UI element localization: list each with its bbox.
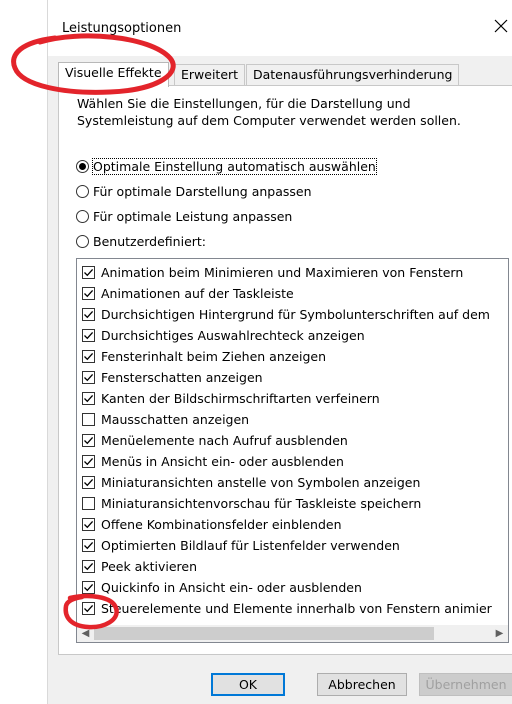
option-checkbox[interactable]: [82, 602, 95, 615]
check-icon: [84, 373, 94, 382]
option-checkbox[interactable]: [82, 476, 95, 489]
option-checkbox[interactable]: [82, 539, 95, 552]
option-item[interactable]: Menüelemente nach Aufruf ausblenden: [82, 430, 348, 451]
option-checkbox[interactable]: [82, 518, 95, 531]
option-label: Peek aktivieren: [101, 559, 197, 574]
radio-indicator[interactable]: [76, 234, 89, 248]
option-label: Quickinfo in Ansicht ein- oder ausblende…: [101, 580, 362, 595]
option-item[interactable]: Offene Kombinationsfelder einblenden: [82, 514, 342, 535]
radio-custom[interactable]: Benutzerdefiniert:: [76, 232, 206, 250]
check-icon: [84, 478, 94, 487]
check-icon: [84, 289, 94, 298]
check-icon: [84, 268, 94, 277]
option-label: Fensterschatten anzeigen: [101, 370, 263, 385]
option-item[interactable]: Peek aktivieren: [82, 556, 197, 577]
option-item[interactable]: Animationen auf der Taskleiste: [82, 283, 294, 304]
option-label: Animationen auf der Taskleiste: [101, 286, 294, 301]
check-icon: [84, 457, 94, 466]
scrollbar-thumb[interactable]: [94, 627, 434, 640]
option-item[interactable]: Kanten der Bildschirmschriftarten verfei…: [82, 388, 380, 409]
apply-button[interactable]: Übernehmen: [419, 673, 512, 696]
scroll-right-arrow-icon[interactable]: ▶: [491, 625, 508, 642]
option-checkbox[interactable]: [82, 350, 95, 363]
ok-button[interactable]: OK: [211, 673, 285, 696]
check-icon: [84, 310, 94, 319]
radio-best-performance[interactable]: Für optimale Leistung anpassen: [76, 207, 292, 225]
option-label: Durchsichtigen Hintergrund für Symbolunt…: [101, 307, 490, 322]
option-checkbox[interactable]: [82, 497, 95, 510]
check-icon: [84, 541, 94, 550]
option-label: Offene Kombinationsfelder einblenden: [101, 517, 342, 532]
option-checkbox[interactable]: [82, 308, 95, 321]
option-label: Durchsichtiges Auswahlrechteck anzeigen: [101, 328, 365, 343]
option-item[interactable]: Menüs in Ansicht ein- oder ausblenden: [82, 451, 344, 472]
radio-label: Optimale Einstellung automatisch auswähl…: [92, 157, 377, 175]
option-item[interactable]: Durchsichtiges Auswahlrechteck anzeigen: [82, 325, 365, 346]
option-item[interactable]: Miniaturansichtenvorschau für Taskleiste…: [82, 493, 421, 514]
check-icon: [84, 583, 94, 592]
tab-erweitert[interactable]: Erweitert: [174, 64, 246, 85]
option-label: Steuerelemente und Elemente innerhalb vo…: [101, 601, 492, 616]
option-checkbox[interactable]: [82, 413, 95, 426]
check-icon: [84, 436, 94, 445]
option-label: Mausschatten anzeigen: [101, 412, 250, 427]
radio-label: Benutzerdefiniert:: [93, 233, 207, 249]
radio-auto[interactable]: Optimale Einstellung automatisch auswähl…: [76, 157, 377, 175]
option-checkbox[interactable]: [82, 434, 95, 447]
check-icon: [84, 562, 94, 571]
option-item[interactable]: Steuerelemente und Elemente innerhalb vo…: [82, 598, 492, 619]
radio-indicator[interactable]: [76, 184, 89, 198]
cancel-button[interactable]: Abbrechen: [317, 673, 407, 696]
radio-best-appearance[interactable]: Für optimale Darstellung anpassen: [76, 182, 312, 200]
radio-label: Für optimale Darstellung anpassen: [93, 183, 312, 199]
check-icon: [84, 604, 94, 613]
option-label: Animation beim Minimieren und Maximieren…: [101, 265, 464, 280]
option-item[interactable]: Optimierten Bildlauf für Listenfelder ve…: [82, 535, 400, 556]
option-checkbox[interactable]: [82, 329, 95, 342]
option-item[interactable]: Quickinfo in Ansicht ein- oder ausblende…: [82, 577, 362, 598]
window-title: Leistungsoptionen: [62, 21, 182, 36]
scroll-left-arrow-icon[interactable]: ◀: [77, 625, 94, 642]
option-label: Fensterinhalt beim Ziehen anzeigen: [101, 349, 327, 364]
option-label: Miniaturansichten anstelle von Symbolen …: [101, 475, 421, 490]
option-item[interactable]: Durchsichtigen Hintergrund für Symbolunt…: [82, 304, 490, 325]
check-icon: [84, 331, 94, 340]
tab-visuelle-effekte[interactable]: Visuelle Effekte: [58, 62, 169, 87]
check-icon: [84, 394, 94, 403]
option-item[interactable]: Fensterschatten anzeigen: [82, 367, 263, 388]
visual-effects-list[interactable]: Steuerelemente und Elemente innerhalb vo…: [76, 258, 509, 643]
option-label: Menüs in Ansicht ein- oder ausblenden: [101, 454, 344, 469]
option-checkbox[interactable]: [82, 560, 95, 573]
check-icon: [84, 352, 94, 361]
radio-indicator[interactable]: [76, 159, 89, 173]
option-label: Menüelemente nach Aufruf ausblenden: [101, 433, 348, 448]
option-item[interactable]: Miniaturansichten anstelle von Symbolen …: [82, 472, 420, 493]
option-checkbox[interactable]: [82, 392, 95, 405]
radio-indicator[interactable]: [76, 209, 89, 223]
title-bar: Leistungsoptionen: [48, 0, 512, 56]
tab-datenausfuehrungsverhinderung[interactable]: Datenausführungsverhinderung: [246, 64, 460, 85]
horizontal-scrollbar[interactable]: ◀ ▶: [77, 625, 508, 642]
option-item[interactable]: Fensterinhalt beim Ziehen anzeigen: [82, 346, 326, 367]
tab-label: Erweitert: [181, 67, 239, 82]
panel-description: Wählen Sie die Einstellungen, für die Da…: [77, 96, 461, 128]
option-label: Optimierten Bildlauf für Listenfelder ve…: [101, 538, 400, 553]
performance-options-dialog: Leistungsoptionen Visuelle Effekte Erwei…: [47, 0, 512, 704]
option-label: Miniaturansichtenvorschau für Taskleiste…: [101, 496, 422, 511]
option-checkbox[interactable]: [82, 371, 95, 384]
tab-label: Datenausführungsverhinderung: [253, 67, 453, 82]
close-icon[interactable]: [491, 16, 511, 36]
option-checkbox[interactable]: [82, 287, 95, 300]
option-checkbox[interactable]: [82, 266, 95, 279]
option-item[interactable]: Animation beim Minimieren und Maximieren…: [82, 262, 463, 283]
tab-strip: Visuelle Effekte Erweitert Datenausführu…: [58, 62, 512, 87]
tab-label: Visuelle Effekte: [65, 65, 162, 80]
option-label: Kanten der Bildschirmschriftarten verfei…: [101, 391, 380, 406]
radio-label: Für optimale Leistung anpassen: [93, 208, 293, 224]
option-item[interactable]: Mausschatten anzeigen: [82, 409, 249, 430]
option-checkbox[interactable]: [82, 581, 95, 594]
check-icon: [84, 520, 94, 529]
visual-effects-panel: Wählen Sie die Einstellungen, für die Da…: [58, 85, 512, 655]
option-checkbox[interactable]: [82, 455, 95, 468]
